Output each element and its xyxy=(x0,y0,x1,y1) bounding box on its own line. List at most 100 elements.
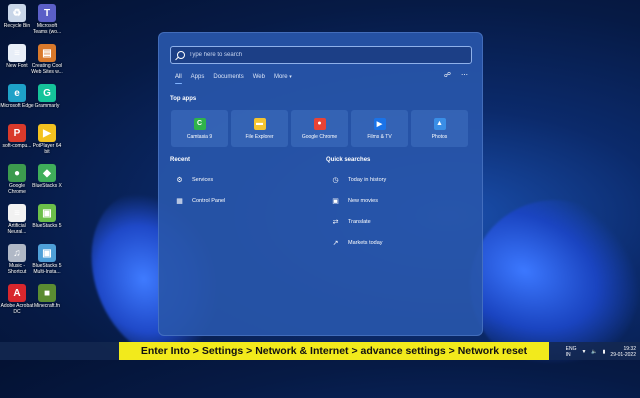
desktop-icon[interactable]: ▶ PotPlayer 64 bit xyxy=(30,122,64,155)
desktop-icon[interactable]: Psoft-compu... xyxy=(0,122,34,149)
desktop-icon[interactable]: ◆ BlueStacks X xyxy=(30,162,64,189)
bluestacks-icon: ▣ xyxy=(38,204,56,222)
chart-icon: ↗ xyxy=(332,239,339,247)
top-apps-title: Top apps xyxy=(170,96,197,102)
desktop-icon-label: Microsoft Edge xyxy=(0,103,34,109)
bluestacks-multi-icon: ▣ xyxy=(38,244,56,262)
desktop-icon[interactable]: ≡ New Font xyxy=(0,42,34,69)
system-tray: ENG IN ▼ 🔈 ▮ 19:32 29-01-2022 xyxy=(566,346,636,358)
top-app-label: Google Chrome xyxy=(301,133,338,140)
book-icon: ▤ xyxy=(38,44,56,62)
camtasia-icon: C xyxy=(193,117,206,130)
recent-item-label: Services xyxy=(192,176,214,183)
desktop-icon[interactable]: ▣ BlueStacks 5 Multi-Insta... xyxy=(30,242,64,275)
quick-search-item[interactable]: ↗ Markets today xyxy=(331,232,386,253)
wifi-icon[interactable]: ▼ xyxy=(581,349,586,355)
tab-apps[interactable]: Apps xyxy=(191,74,205,80)
recent-list: ⚙ Services ▦ Control Panel xyxy=(175,169,225,211)
films-tv-icon: ▶ xyxy=(373,117,386,130)
desktop-icon[interactable]: e Microsoft Edge xyxy=(0,82,34,109)
top-app-label: Films & TV xyxy=(367,133,392,140)
desktop-icon-label: New Font xyxy=(6,63,28,69)
desktop-icon[interactable]: ■ Minecraft.fn xyxy=(30,282,64,309)
quick-search-item[interactable]: ⇄ Translate xyxy=(331,211,386,232)
bluestacks-x-icon: ◆ xyxy=(38,164,56,182)
quick-searches-title: Quick searches xyxy=(326,157,371,163)
top-app-tile[interactable]: ● Google Chrome xyxy=(291,110,348,147)
edge-icon: e xyxy=(8,84,26,102)
desktop-icon[interactable]: ▤ Creating Cool Web Sites w... xyxy=(30,42,64,75)
chevron-down-icon: ▾ xyxy=(289,74,292,80)
teams-icon: T xyxy=(38,4,56,22)
desktop-icon[interactable]: ♫ Music - Shortcut xyxy=(0,242,34,275)
desktop-icon[interactable]: A Adobe Acrobat DC xyxy=(0,282,34,315)
more-options-icon[interactable]: ⋯ xyxy=(461,71,468,79)
recent-item[interactable]: ▦ Control Panel xyxy=(175,190,225,211)
desktop-icon-label: Recycle Bin xyxy=(3,23,31,29)
search-icon xyxy=(177,51,185,59)
clock[interactable]: 19:32 29-01-2022 xyxy=(610,346,636,358)
quick-search-label: New movies xyxy=(348,197,378,204)
quick-search-label: Translate xyxy=(348,218,371,225)
top-app-tile[interactable]: ▲ Photos xyxy=(411,110,468,147)
desktop-icon-label: Artificial Neural... xyxy=(7,223,27,235)
tab-documents[interactable]: Documents xyxy=(213,74,243,80)
desktop-icon-label: Music - Shortcut xyxy=(7,263,27,275)
clock-date: 29-01-2022 xyxy=(610,352,636,358)
battery-icon[interactable]: ▮ xyxy=(603,349,606,355)
grammarly-icon: G xyxy=(38,84,56,102)
top-app-label: Photos xyxy=(431,133,448,140)
desktop-icon-label: Minecraft.fn xyxy=(33,303,61,309)
search-tabs: All Apps Documents Web More ▾ xyxy=(175,74,292,84)
search-input[interactable] xyxy=(189,52,471,58)
tab-more[interactable]: More ▾ xyxy=(274,74,292,80)
desktop-icon[interactable]: G Grammarly xyxy=(30,82,64,109)
desktop-icon[interactable]: ≡ Artificial Neural... xyxy=(0,202,34,235)
music-icon: ♫ xyxy=(8,244,26,262)
quick-search-item[interactable]: ◷ Today in history xyxy=(331,169,386,190)
region-code: IN xyxy=(565,352,571,358)
desktop-icon[interactable]: T Microsoft Teams (wo... xyxy=(30,2,64,35)
quick-search-item[interactable]: ▣ New movies xyxy=(331,190,386,211)
tab-web[interactable]: Web xyxy=(253,74,265,80)
desktop-icon[interactable]: ▣ BlueStacks 5 xyxy=(30,202,64,229)
control-panel-icon: ▦ xyxy=(176,197,183,205)
chrome-icon: ● xyxy=(8,164,26,182)
desktop-icon-label: Google Chrome xyxy=(8,183,26,195)
search-box[interactable] xyxy=(170,46,472,64)
chrome-icon: ● xyxy=(313,117,326,130)
header-actions: ☍ ⋯ xyxy=(444,71,468,79)
quick-search-label: Today in history xyxy=(348,176,387,183)
desktop-icon[interactable]: ♻ Recycle Bin xyxy=(0,2,34,29)
desktop-icon-label: Grammarly xyxy=(34,103,60,109)
desktop-icon-label: BlueStacks 5 Multi-Insta... xyxy=(32,263,62,275)
acrobat-icon: A xyxy=(8,284,26,302)
pdf-icon: P xyxy=(8,124,26,142)
top-app-tile[interactable]: C Camtasia 9 xyxy=(171,110,228,147)
volume-icon[interactable]: 🔈 xyxy=(591,349,597,355)
top-app-tile[interactable]: ▶ Films & TV xyxy=(351,110,408,147)
minecraft-icon: ■ xyxy=(38,284,56,302)
document-icon: ≡ xyxy=(8,44,26,62)
folder-icon: ▬ xyxy=(253,117,266,130)
quick-search-label: Markets today xyxy=(348,239,383,246)
desktop-icon-label: BlueStacks 5 xyxy=(32,223,62,229)
share-icon[interactable]: ☍ xyxy=(444,71,451,79)
top-app-label: Camtasia 9 xyxy=(186,133,213,140)
language-indicator[interactable]: ENG IN xyxy=(566,346,577,358)
document-icon: ≡ xyxy=(8,204,26,222)
desktop-icon-label: Creating Cool Web Sites w... xyxy=(31,63,63,75)
tab-all[interactable]: All xyxy=(175,74,182,84)
translate-icon: ⇄ xyxy=(332,218,339,226)
potplayer-icon: ▶ xyxy=(38,124,56,142)
desktop-icon-label: Adobe Acrobat DC xyxy=(0,303,34,315)
film-icon: ▣ xyxy=(332,197,339,205)
top-app-label: File Explorer xyxy=(245,133,274,140)
desktop-icon[interactable]: ● Google Chrome xyxy=(0,162,34,195)
tutorial-caption: Enter Into > Settings > Network & Intern… xyxy=(119,342,549,360)
recent-item[interactable]: ⚙ Services xyxy=(175,169,225,190)
desktop-icon-label: Microsoft Teams (wo... xyxy=(32,23,62,35)
desktop-icon-label: PotPlayer 64 bit xyxy=(32,143,62,155)
recycle-bin-icon: ♻ xyxy=(8,4,26,22)
top-app-tile[interactable]: ▬ File Explorer xyxy=(231,110,288,147)
